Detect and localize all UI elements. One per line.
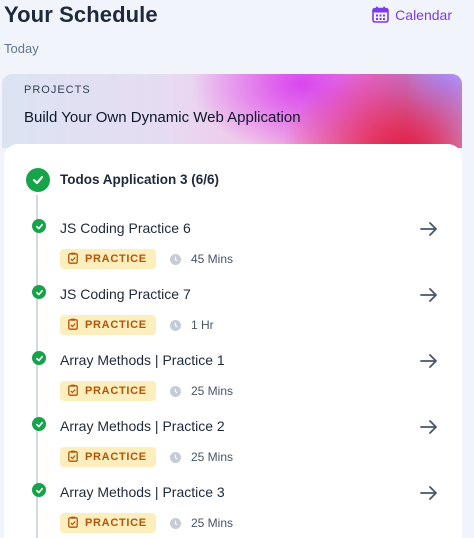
schedule-page: Your Schedule Calendar Today PROJECTS Bu… <box>0 0 474 538</box>
check-icon <box>32 417 46 431</box>
list-item[interactable]: JS Coding Practice 6 PRACTICE 45 Mins <box>0 219 474 279</box>
item-title[interactable]: JS Coding Practice 7 <box>60 286 191 302</box>
clock-icon <box>170 319 181 331</box>
list-item[interactable]: Array Methods | Practice 1 PRACTICE 25 M… <box>0 351 474 411</box>
duration-label: 1 Hr <box>191 318 214 332</box>
check-icon <box>32 219 46 233</box>
check-icon <box>32 285 46 299</box>
check-icon <box>32 351 46 365</box>
list-item[interactable]: Array Methods | Practice 2 PRACTICE 25 M… <box>0 417 474 477</box>
item-title[interactable]: Array Methods | Practice 3 <box>60 484 225 500</box>
duration: 45 Mins <box>170 252 233 266</box>
calendar-link[interactable]: Calendar <box>372 6 452 23</box>
practice-badge: PRACTICE <box>60 315 156 335</box>
page-title: Your Schedule <box>4 2 158 27</box>
clock-icon <box>170 385 181 397</box>
schedule-header: Your Schedule Calendar Today <box>0 0 474 64</box>
clock-icon <box>170 451 181 463</box>
calendar-label: Calendar <box>395 6 452 23</box>
project-title: Build Your Own Dynamic Web Application <box>24 109 301 126</box>
duration: 1 Hr <box>170 318 214 332</box>
clipboard-icon <box>68 384 78 399</box>
list-item[interactable]: JS Coding Practice 7 PRACTICE 1 Hr <box>0 285 474 345</box>
duration: 25 Mins <box>170 384 233 398</box>
badge-label: PRACTICE <box>85 385 147 397</box>
badge-label: PRACTICE <box>85 517 147 529</box>
list-item[interactable]: Array Methods | Practice 3 PRACTICE 25 M… <box>0 483 474 538</box>
banner-kicker: PROJECTS <box>24 84 91 96</box>
check-icon <box>32 483 46 497</box>
badge-label: PRACTICE <box>85 451 147 463</box>
item-title[interactable]: Array Methods | Practice 1 <box>60 352 225 368</box>
clock-icon <box>170 517 181 529</box>
practice-badge: PRACTICE <box>60 447 156 467</box>
clipboard-icon <box>68 252 78 267</box>
practice-badge: PRACTICE <box>60 249 156 269</box>
duration-label: 45 Mins <box>191 252 234 266</box>
day-label: Today <box>4 41 39 56</box>
practice-badge: PRACTICE <box>60 381 156 401</box>
duration-label: 25 Mins <box>191 384 234 398</box>
clipboard-icon <box>68 318 78 333</box>
duration-label: 25 Mins <box>191 450 234 464</box>
module-title[interactable]: Todos Application 3 (6/6) <box>60 172 219 187</box>
clipboard-icon <box>68 516 78 531</box>
check-icon <box>26 168 50 192</box>
item-title[interactable]: Array Methods | Practice 2 <box>60 418 225 434</box>
calendar-icon <box>372 6 389 23</box>
item-title[interactable]: JS Coding Practice 6 <box>60 220 191 236</box>
badge-label: PRACTICE <box>85 319 147 331</box>
arrow-right-icon[interactable] <box>418 219 440 239</box>
clock-icon <box>170 253 181 265</box>
duration: 25 Mins <box>170 516 233 530</box>
practice-badge: PRACTICE <box>60 513 156 533</box>
duration-label: 25 Mins <box>191 516 234 530</box>
arrow-right-icon[interactable] <box>418 417 440 437</box>
badge-label: PRACTICE <box>85 253 147 265</box>
project-banner[interactable]: PROJECTS Build Your Own Dynamic Web Appl… <box>2 74 462 148</box>
arrow-right-icon[interactable] <box>418 285 440 305</box>
duration: 25 Mins <box>170 450 233 464</box>
arrow-right-icon[interactable] <box>418 483 440 503</box>
clipboard-icon <box>68 450 78 465</box>
arrow-right-icon[interactable] <box>418 351 440 371</box>
